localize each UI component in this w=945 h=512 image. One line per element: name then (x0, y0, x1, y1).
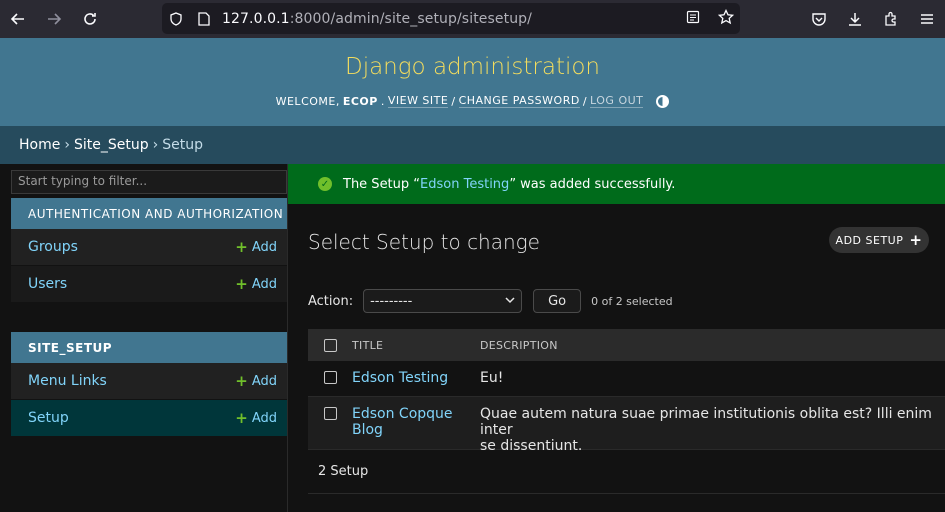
breadcrumb-app[interactable]: Site_Setup (74, 137, 149, 153)
url-bar[interactable]: 127.0.0.1:8000/admin/site_setup/sitesetu… (162, 3, 740, 34)
breadcrumb-current: Setup (162, 137, 203, 153)
shield-icon[interactable] (162, 3, 190, 34)
module-caption-auth[interactable]: AUTHENTICATION AND AUTHORIZATION (11, 198, 287, 229)
change-password-link[interactable]: CHANGE PASSWORD (458, 94, 580, 108)
groups-link[interactable]: Groups (28, 239, 78, 255)
plus-icon: + (235, 275, 248, 293)
groups-add-link[interactable]: + Add (235, 238, 277, 256)
actions-bar: Action: --------- Go 0 of 2 selected (308, 288, 673, 314)
column-description: DESCRIPTION (480, 338, 558, 352)
plus-icon: + (235, 238, 248, 256)
page-title: Select Setup to change (308, 230, 540, 254)
table-header: TITLE DESCRIPTION (308, 329, 945, 361)
row-description: Quae autem natura suae primae institutio… (480, 406, 932, 454)
select-all-checkbox[interactable] (323, 338, 337, 352)
chevron-down-icon (505, 294, 515, 309)
breadcrumb: Home › Site_Setup › Setup (0, 126, 945, 164)
browser-toolbar: 127.0.0.1:8000/admin/site_setup/sitesetu… (0, 0, 945, 38)
page-icon[interactable] (190, 3, 218, 34)
module-auth: AUTHENTICATION AND AUTHORIZATION Groups … (11, 198, 287, 303)
breadcrumb-home[interactable]: Home (19, 137, 60, 153)
table-row: Edson Copque Blog Quae autem natura suae … (308, 397, 945, 454)
sidebar-item-menu-links: Menu Links + Add (11, 363, 287, 400)
selected-count: 0 of 2 selected (591, 294, 673, 308)
go-button[interactable]: Go (533, 289, 582, 313)
view-site-link[interactable]: VIEW SITE (387, 94, 449, 108)
results-table: TITLE DESCRIPTION Edson Testing Eu! Edso… (308, 329, 945, 494)
pocket-icon[interactable] (801, 0, 837, 38)
row-title-link[interactable]: Edson Testing (352, 370, 448, 386)
check-circle-icon: ✓ (318, 177, 332, 191)
main-content: ✓ The Setup “Edson Testing” was added su… (288, 164, 945, 512)
menu-links-add-link[interactable]: + Add (235, 372, 277, 390)
user-tools: WELCOME, ECOP. VIEW SITE / CHANGE PASSWO… (0, 94, 945, 108)
message-object-link[interactable]: Edson Testing (420, 177, 509, 192)
row-checkbox[interactable] (323, 371, 337, 384)
users-add-link[interactable]: + Add (235, 275, 277, 293)
log-out-button[interactable]: LOG OUT (590, 94, 644, 108)
sidebar-item-setup: Setup + Add (11, 400, 287, 437)
sidebar-item-groups: Groups + Add (11, 229, 287, 266)
nav-sidebar: Start typing to filter... AUTHENTICATION… (0, 164, 288, 512)
nav-filter-input[interactable]: Start typing to filter... (11, 170, 287, 194)
setup-add-link[interactable]: + Add (235, 409, 277, 427)
row-title-link[interactable]: Edson Copque Blog (352, 406, 453, 438)
column-title[interactable]: TITLE (352, 339, 480, 352)
module-site-setup: SITE_SETUP Menu Links + Add Setup + Add (11, 332, 287, 437)
plus-icon: + (235, 409, 248, 427)
row-checkbox[interactable] (323, 407, 337, 420)
action-select[interactable]: --------- (363, 289, 523, 313)
menu-links-link[interactable]: Menu Links (28, 373, 107, 389)
theme-toggle-icon[interactable] (656, 94, 670, 108)
plus-icon: + (235, 372, 248, 390)
site-branding[interactable]: Django administration (0, 54, 945, 80)
action-label: Action: (308, 293, 354, 309)
back-icon[interactable] (0, 0, 36, 38)
username: ECOP (342, 94, 378, 108)
users-link[interactable]: Users (28, 276, 67, 292)
menu-icon[interactable] (909, 0, 945, 38)
setup-link[interactable]: Setup (28, 410, 69, 426)
plus-icon: + (909, 231, 923, 249)
reader-view-icon[interactable] (686, 9, 700, 28)
admin-header: Django administration WELCOME, ECOP. VIE… (0, 38, 945, 126)
add-setup-button[interactable]: ADD SETUP + (829, 227, 929, 253)
forward-icon[interactable] (36, 0, 72, 38)
row-description: Eu! (480, 370, 504, 386)
module-caption-site-setup[interactable]: SITE_SETUP (11, 332, 287, 363)
extensions-icon[interactable] (873, 0, 909, 38)
downloads-icon[interactable] (837, 0, 873, 38)
welcome-text: WELCOME, (275, 94, 340, 108)
success-message: ✓ The Setup “Edson Testing” was added su… (288, 164, 945, 204)
url-text[interactable]: 127.0.0.1:8000/admin/site_setup/sitesetu… (222, 11, 532, 27)
bookmark-star-icon[interactable] (717, 8, 735, 29)
reload-icon[interactable] (72, 0, 108, 38)
sidebar-item-users: Users + Add (11, 266, 287, 303)
table-row: Edson Testing Eu! (308, 361, 945, 397)
